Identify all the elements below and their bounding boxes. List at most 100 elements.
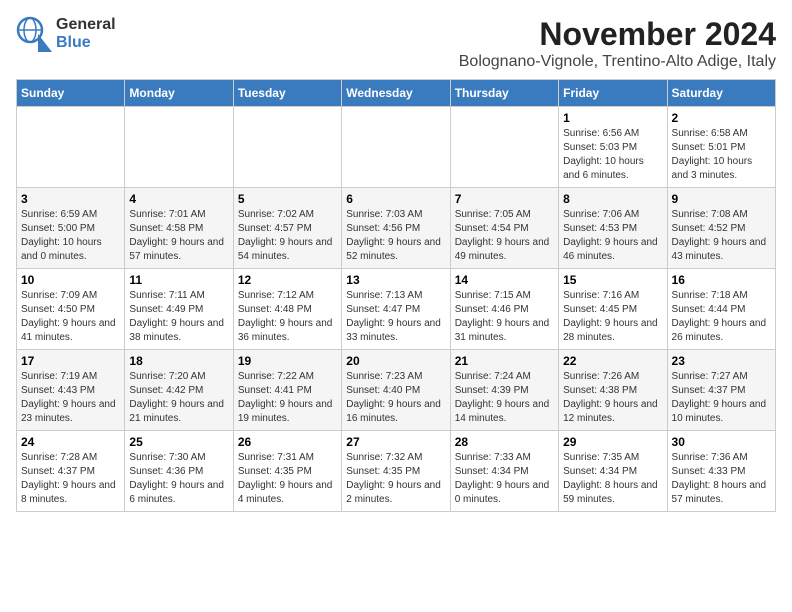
day-info: Sunrise: 7:02 AM Sunset: 4:57 PM Dayligh… xyxy=(238,208,337,264)
day-number: 15 xyxy=(563,273,662,287)
day-info: Sunrise: 7:13 AM Sunset: 4:47 PM Dayligh… xyxy=(346,289,445,345)
day-number: 13 xyxy=(346,273,445,287)
calendar-cell: 27 Sunrise: 7:32 AM Sunset: 4:35 PM Dayli… xyxy=(342,431,450,512)
day-number: 4 xyxy=(129,192,228,206)
calendar-header-row: Sunday Monday Tuesday Wednesday Thursday… xyxy=(17,80,776,107)
calendar-cell: 26 Sunrise: 7:31 AM Sunset: 4:35 PM Dayli… xyxy=(233,431,341,512)
day-info: Sunrise: 7:15 AM Sunset: 4:46 PM Dayligh… xyxy=(455,289,554,345)
day-number: 14 xyxy=(455,273,554,287)
day-number: 19 xyxy=(238,354,337,368)
calendar-cell: 6Sunrise: 7:03 AM Sunset: 4:56 PM Daylig… xyxy=(342,188,450,269)
calendar-cell xyxy=(125,107,233,188)
day-info: Sunrise: 7:24 AM Sunset: 4:39 PM Dayligh… xyxy=(455,370,554,426)
calendar-cell: 5 Sunrise: 7:02 AM Sunset: 4:57 PM Daylig… xyxy=(233,188,341,269)
calendar-cell: 2Sunrise: 6:58 AM Sunset: 5:01 PM Daylig… xyxy=(667,107,775,188)
day-info: Sunrise: 7:06 AM Sunset: 4:53 PM Dayligh… xyxy=(563,208,662,264)
day-number: 18 xyxy=(129,354,228,368)
day-number: 5 xyxy=(238,192,337,206)
day-number: 28 xyxy=(455,435,554,449)
logo-icon xyxy=(16,16,52,52)
calendar-week-row: 10 Sunrise: 7:09 AM Sunset: 4:50 PM Dayli… xyxy=(17,269,776,350)
day-info: Sunrise: 7:01 AM Sunset: 4:58 PM Dayligh… xyxy=(129,208,228,264)
calendar-cell: 9 Sunrise: 7:08 AM Sunset: 4:52 PM Daylig… xyxy=(667,188,775,269)
calendar-cell: 22Sunrise: 7:26 AM Sunset: 4:38 PM Dayli… xyxy=(559,350,667,431)
day-number: 6 xyxy=(346,192,445,206)
day-number: 9 xyxy=(672,192,771,206)
day-number: 24 xyxy=(21,435,120,449)
calendar-table: Sunday Monday Tuesday Wednesday Thursday… xyxy=(16,79,776,512)
day-info: Sunrise: 7:16 AM Sunset: 4:45 PM Dayligh… xyxy=(563,289,662,345)
col-monday: Monday xyxy=(125,80,233,107)
day-number: 12 xyxy=(238,273,337,287)
day-info: Sunrise: 7:09 AM Sunset: 4:50 PM Dayligh… xyxy=(21,289,120,345)
day-info: Sunrise: 7:11 AM Sunset: 4:49 PM Dayligh… xyxy=(129,289,228,345)
calendar-week-row: 3 Sunrise: 6:59 AM Sunset: 5:00 PM Daylig… xyxy=(17,188,776,269)
day-info: Sunrise: 7:18 AM Sunset: 4:44 PM Dayligh… xyxy=(672,289,771,345)
col-friday: Friday xyxy=(559,80,667,107)
day-number: 29 xyxy=(563,435,662,449)
col-sunday: Sunday xyxy=(17,80,125,107)
logo: General Blue xyxy=(16,16,116,52)
location-title: Bolognano-Vignole, Trentino-Alto Adige, … xyxy=(459,53,776,71)
day-info: Sunrise: 7:20 AM Sunset: 4:42 PM Dayligh… xyxy=(129,370,228,426)
calendar-cell: 24 Sunrise: 7:28 AM Sunset: 4:37 PM Dayli… xyxy=(17,431,125,512)
day-number: 7 xyxy=(455,192,554,206)
col-saturday: Saturday xyxy=(667,80,775,107)
calendar-cell: 8 Sunrise: 7:06 AM Sunset: 4:53 PM Daylig… xyxy=(559,188,667,269)
calendar-cell: 29 Sunrise: 7:35 AM Sunset: 4:34 PM Dayli… xyxy=(559,431,667,512)
day-info: Sunrise: 7:28 AM Sunset: 4:37 PM Dayligh… xyxy=(21,451,120,507)
calendar-cell: 14 Sunrise: 7:15 AM Sunset: 4:46 PM Dayli… xyxy=(450,269,558,350)
day-info: Sunrise: 7:33 AM Sunset: 4:34 PM Dayligh… xyxy=(455,451,554,507)
day-info: Sunrise: 7:36 AM Sunset: 4:33 PM Dayligh… xyxy=(672,451,771,507)
logo-line1: General xyxy=(56,16,116,34)
calendar-cell: 25 Sunrise: 7:30 AM Sunset: 4:36 PM Dayli… xyxy=(125,431,233,512)
day-number: 22 xyxy=(563,354,662,368)
calendar-cell: 13 Sunrise: 7:13 AM Sunset: 4:47 PM Dayli… xyxy=(342,269,450,350)
calendar-week-row: 17 Sunrise: 7:19 AM Sunset: 4:43 PM Dayli… xyxy=(17,350,776,431)
calendar-cell: 30 Sunrise: 7:36 AM Sunset: 4:33 PM Dayli… xyxy=(667,431,775,512)
day-info: Sunrise: 7:19 AM Sunset: 4:43 PM Dayligh… xyxy=(21,370,120,426)
col-tuesday: Tuesday xyxy=(233,80,341,107)
day-number: 21 xyxy=(455,354,554,368)
day-number: 20 xyxy=(346,354,445,368)
day-number: 30 xyxy=(672,435,771,449)
calendar-cell: 19 Sunrise: 7:22 AM Sunset: 4:41 PM Dayli… xyxy=(233,350,341,431)
month-title: November 2024 xyxy=(459,16,776,53)
calendar-cell: 11Sunrise: 7:11 AM Sunset: 4:49 PM Dayli… xyxy=(125,269,233,350)
day-info: Sunrise: 7:23 AM Sunset: 4:40 PM Dayligh… xyxy=(346,370,445,426)
day-info: Sunrise: 7:08 AM Sunset: 4:52 PM Dayligh… xyxy=(672,208,771,264)
calendar-cell: 23Sunrise: 7:27 AM Sunset: 4:37 PM Dayli… xyxy=(667,350,775,431)
calendar-cell: 4 Sunrise: 7:01 AM Sunset: 4:58 PM Daylig… xyxy=(125,188,233,269)
page-header: General Blue November 2024 Bolognano-Vig… xyxy=(16,16,776,71)
day-number: 27 xyxy=(346,435,445,449)
day-info: Sunrise: 7:12 AM Sunset: 4:48 PM Dayligh… xyxy=(238,289,337,345)
calendar-cell: 28 Sunrise: 7:33 AM Sunset: 4:34 PM Dayli… xyxy=(450,431,558,512)
day-number: 3 xyxy=(21,192,120,206)
day-number: 10 xyxy=(21,273,120,287)
day-info: Sunrise: 7:31 AM Sunset: 4:35 PM Dayligh… xyxy=(238,451,337,507)
calendar-cell: 3 Sunrise: 6:59 AM Sunset: 5:00 PM Daylig… xyxy=(17,188,125,269)
day-info: Sunrise: 6:59 AM Sunset: 5:00 PM Dayligh… xyxy=(21,208,120,264)
calendar-cell: 10 Sunrise: 7:09 AM Sunset: 4:50 PM Dayli… xyxy=(17,269,125,350)
day-info: Sunrise: 7:32 AM Sunset: 4:35 PM Dayligh… xyxy=(346,451,445,507)
day-info: Sunrise: 7:27 AM Sunset: 4:37 PM Dayligh… xyxy=(672,370,771,426)
calendar-cell xyxy=(450,107,558,188)
calendar-cell: 15 Sunrise: 7:16 AM Sunset: 4:45 PM Dayli… xyxy=(559,269,667,350)
calendar-cell: 17 Sunrise: 7:19 AM Sunset: 4:43 PM Dayli… xyxy=(17,350,125,431)
day-number: 8 xyxy=(563,192,662,206)
day-number: 26 xyxy=(238,435,337,449)
day-info: Sunrise: 6:56 AM Sunset: 5:03 PM Dayligh… xyxy=(563,127,662,183)
calendar-cell: 20 Sunrise: 7:23 AM Sunset: 4:40 PM Dayli… xyxy=(342,350,450,431)
day-info: Sunrise: 7:35 AM Sunset: 4:34 PM Dayligh… xyxy=(563,451,662,507)
day-number: 1 xyxy=(563,111,662,125)
calendar-cell xyxy=(342,107,450,188)
col-thursday: Thursday xyxy=(450,80,558,107)
day-number: 25 xyxy=(129,435,228,449)
day-info: Sunrise: 7:22 AM Sunset: 4:41 PM Dayligh… xyxy=(238,370,337,426)
day-number: 17 xyxy=(21,354,120,368)
col-wednesday: Wednesday xyxy=(342,80,450,107)
calendar-cell xyxy=(233,107,341,188)
day-info: Sunrise: 7:30 AM Sunset: 4:36 PM Dayligh… xyxy=(129,451,228,507)
day-info: Sunrise: 6:58 AM Sunset: 5:01 PM Dayligh… xyxy=(672,127,771,183)
logo-line2: Blue xyxy=(56,34,116,52)
